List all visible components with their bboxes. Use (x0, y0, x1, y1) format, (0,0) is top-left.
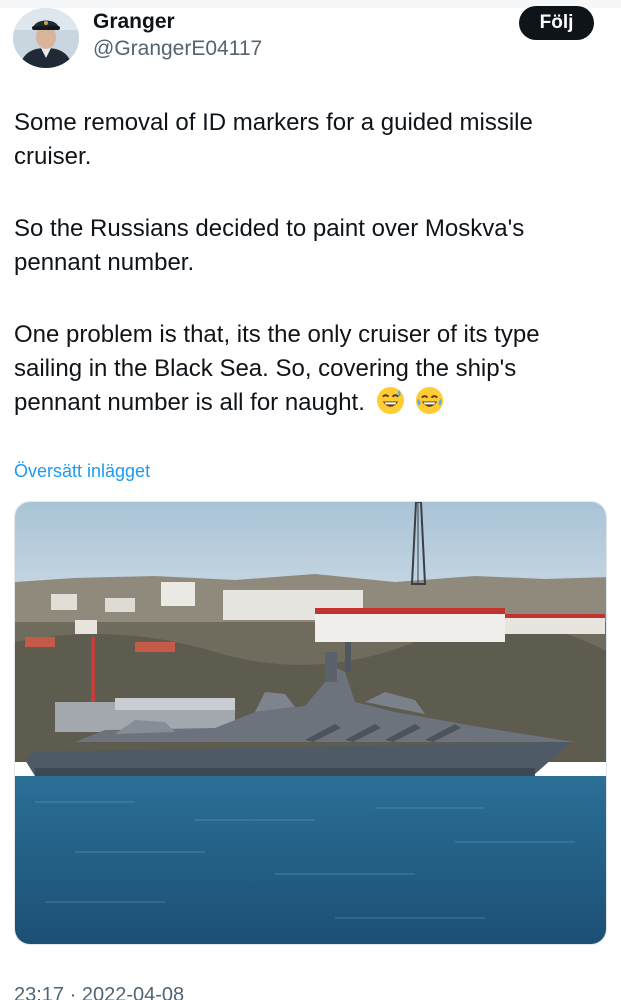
tweet-text: Some removal of ID markers for a guided … (14, 106, 604, 458)
avatar[interactable] (13, 8, 79, 68)
avatar-image (13, 8, 79, 68)
tweet-page: Granger @GrangerE04117 Följ Some removal… (0, 0, 621, 1000)
tweet-paragraph: So the Russians decided to paint over Mo… (14, 215, 525, 276)
display-name[interactable]: Granger (93, 10, 175, 34)
tweet-paragraph-text: One problem is that, its the only cruise… (14, 321, 540, 416)
follow-button[interactable]: Följ (519, 6, 594, 40)
tears-of-joy-emoji-icon (415, 386, 444, 415)
tweet-paragraph-last: One problem is that, its the only cruise… (14, 318, 604, 420)
grinning-sweat-emoji-icon (376, 386, 405, 415)
warship-harbor-photo (15, 502, 606, 944)
tweet-timestamp[interactable]: 23:17 · 2022-04-08 (14, 984, 184, 1000)
tweet-paragraph: Some removal of ID markers for a guided … (14, 109, 533, 170)
user-handle[interactable]: @GrangerE04117 (93, 37, 262, 61)
translate-post-link[interactable]: Översätt inlägget (14, 461, 150, 482)
tweet-photo[interactable] (14, 501, 607, 945)
